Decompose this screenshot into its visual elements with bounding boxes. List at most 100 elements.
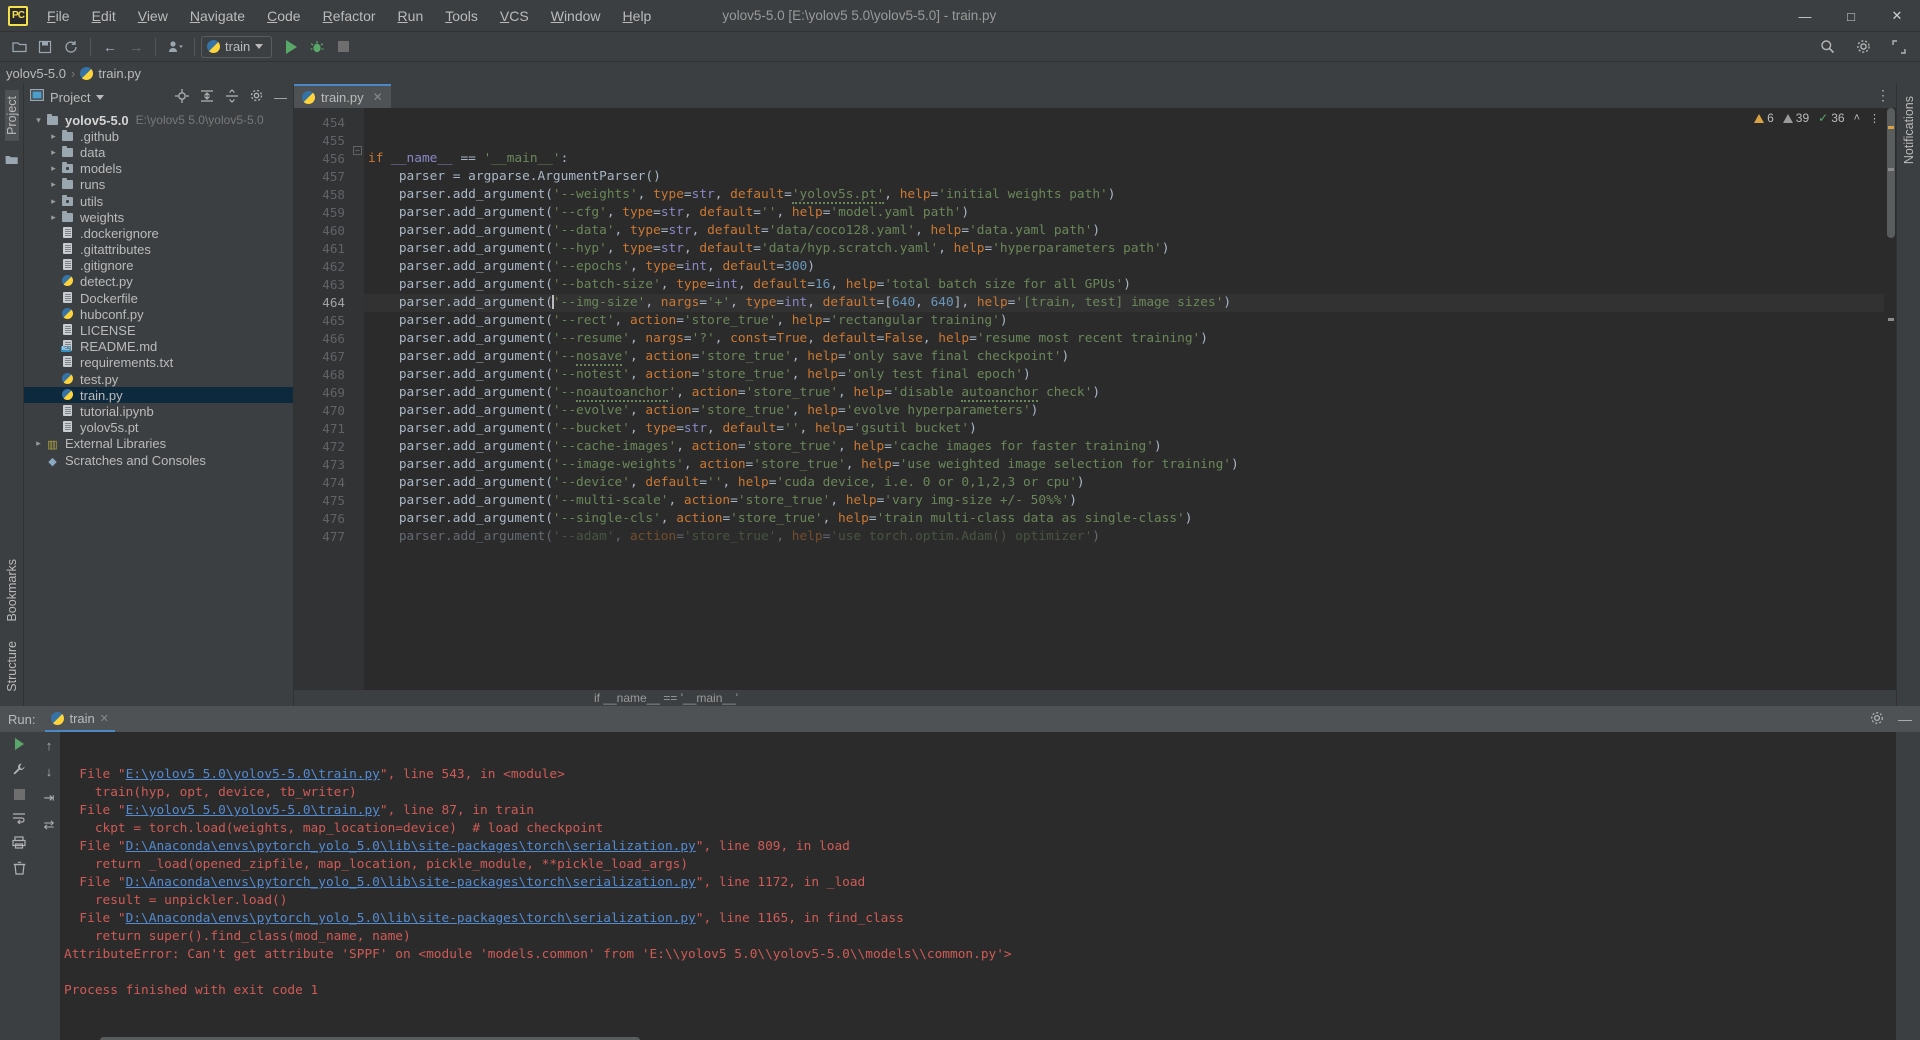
tree-node-yolov5-5-0[interactable]: ▾ yolov5-5.0 E:\yolov5 5.0\yolov5-5.0	[24, 112, 293, 128]
code-line[interactable]: parser.add_argument('--bucket', type=str…	[364, 420, 1884, 438]
code-line[interactable]: parser.add_argument('--cfg', type=str, d…	[364, 204, 1884, 222]
search-icon[interactable]	[1815, 36, 1839, 58]
line-number[interactable]: 477	[294, 528, 350, 546]
menu-item-navigate[interactable]: Navigate	[179, 4, 256, 28]
code-line[interactable]: parser.add_argument('--cache-images', ac…	[364, 438, 1884, 456]
line-number[interactable]: 466	[294, 330, 350, 348]
maximize-button[interactable]: □	[1828, 0, 1874, 32]
chevron-icon[interactable]: ▸	[32, 438, 45, 449]
line-number[interactable]: 463	[294, 276, 350, 294]
navigate-forward-icon[interactable]: →	[124, 36, 148, 58]
code-line[interactable]: parser.add_argument('--adam', action='st…	[364, 528, 1884, 546]
run-settings-icon[interactable]	[1870, 711, 1884, 728]
navigate-back-icon[interactable]: ←	[98, 36, 122, 58]
tree-node-detect-py[interactable]: detect.py	[24, 274, 293, 290]
close-button[interactable]: ✕	[1874, 0, 1920, 32]
rerun-icon[interactable]	[14, 738, 24, 753]
up-arrow-icon[interactable]: ↑	[46, 738, 53, 753]
chevron-icon[interactable]: ▸	[47, 131, 60, 142]
tree-node-scratches-and-consoles[interactable]: ◆ Scratches and Consoles	[24, 452, 293, 468]
line-number[interactable]: 473	[294, 456, 350, 474]
code-line[interactable]: parser.add_argument('--image-weights', a…	[364, 456, 1884, 474]
tree-node-license[interactable]: LICENSE	[24, 322, 293, 338]
tree-node-runs[interactable]: ▸ runs	[24, 177, 293, 193]
code-line[interactable]: parser.add_argument('--resume', nargs='?…	[364, 330, 1884, 348]
hide-panel-icon[interactable]: —	[274, 90, 287, 105]
line-number[interactable]: 472	[294, 438, 350, 456]
wrench-icon[interactable]	[12, 762, 26, 779]
error-badge[interactable]: 6	[1754, 111, 1774, 125]
line-number[interactable]: 458	[294, 186, 350, 204]
run-button[interactable]	[279, 36, 303, 58]
sidebar-item-notifications[interactable]: Notifications	[1902, 90, 1916, 170]
tree-node-hubconf-py[interactable]: hubconf.py	[24, 306, 293, 322]
line-number[interactable]: 454	[294, 114, 350, 132]
line-number[interactable]: 474	[294, 474, 350, 492]
run-configuration-selector[interactable]: train	[201, 35, 273, 58]
menu-item-view[interactable]: View	[127, 4, 179, 28]
tree-node--github[interactable]: ▸ .github	[24, 128, 293, 144]
editor-scrollbar[interactable]	[1884, 108, 1896, 690]
inspection-marker[interactable]	[1888, 126, 1894, 129]
tree-node-utils[interactable]: ▸ utils	[24, 193, 293, 209]
tab-train-py[interactable]: train.py ✕	[294, 84, 391, 108]
line-number[interactable]: 465	[294, 312, 350, 330]
tree-node-weights[interactable]: ▸ weights	[24, 209, 293, 225]
editor-gutter[interactable]: 454 455 456 457 458 459 460 461 462 463 464 465 466 4…	[294, 108, 364, 690]
locate-file-icon[interactable]	[175, 88, 189, 106]
menu-item-vcs[interactable]: VCS	[489, 4, 540, 28]
debug-button[interactable]	[305, 36, 329, 58]
soft-wrap-toggle-icon[interactable]: ⇄	[44, 817, 55, 833]
tree-node-test-py[interactable]: test.py	[24, 371, 293, 387]
menu-item-edit[interactable]: Edit	[81, 4, 127, 28]
inspection-marker[interactable]	[1888, 318, 1894, 321]
close-icon[interactable]: ✕	[100, 712, 109, 725]
chevron-up-icon[interactable]: ˄	[1854, 112, 1860, 124]
console-file-link[interactable]: D:\Anaconda\envs\pytorch_yolo_5.0\lib\si…	[126, 875, 696, 890]
console-file-link[interactable]: D:\Anaconda\envs\pytorch_yolo_5.0\lib\si…	[126, 911, 696, 926]
panel-settings-icon[interactable]	[250, 89, 263, 105]
line-number[interactable]: 468	[294, 366, 350, 384]
code-line[interactable]: if __name__ == '__main__':	[364, 150, 1884, 168]
line-number[interactable]: 455	[294, 132, 350, 150]
run-tab-train[interactable]: train ✕	[45, 706, 115, 732]
inspection-widget[interactable]: 6 39 ✓ 36 ˄ ⋮	[1754, 111, 1880, 125]
code-line[interactable]	[364, 132, 1884, 150]
soft-wrap-icon[interactable]	[12, 812, 26, 827]
project-folder-icon[interactable]	[5, 153, 18, 168]
code-line[interactable]: parser.add_argument('--batch-size', type…	[364, 276, 1884, 294]
chevron-icon[interactable]: ▸	[47, 147, 60, 158]
chevron-icon[interactable]: ▸	[47, 179, 60, 190]
tree-node-external-libraries[interactable]: ▸ ▥ External Libraries	[24, 436, 293, 452]
menu-item-run[interactable]: Run	[387, 4, 435, 28]
editor-fold-column[interactable]: −	[350, 108, 364, 690]
menu-item-tools[interactable]: Tools	[434, 4, 489, 28]
menu-item-window[interactable]: Window	[540, 4, 612, 28]
menu-item-file[interactable]: File	[36, 4, 81, 28]
code-line[interactable]: parser.add_argument('--noautoanchor', ac…	[364, 384, 1884, 402]
line-number[interactable]: 476	[294, 510, 350, 528]
code-line[interactable]: parser.add_argument('--multi-scale', act…	[364, 492, 1884, 510]
tree-node-requirements-txt[interactable]: requirements.txt	[24, 355, 293, 371]
scroll-to-end-icon[interactable]: ⇥	[44, 790, 55, 806]
code-line[interactable]: parser.add_argument('--device', default=…	[364, 474, 1884, 492]
breadcrumb-file[interactable]: train.py	[98, 66, 141, 81]
sync-icon[interactable]	[59, 36, 83, 58]
inspection-menu-icon[interactable]: ⋮	[1869, 112, 1880, 125]
line-number[interactable]: 471	[294, 420, 350, 438]
tree-node-train-py[interactable]: train.py	[24, 387, 293, 404]
code-line[interactable]	[364, 114, 1884, 132]
line-number[interactable]: 457	[294, 168, 350, 186]
tree-node-models[interactable]: ▸ models	[24, 161, 293, 177]
chevron-icon[interactable]: ▾	[32, 115, 45, 126]
line-number[interactable]: 460	[294, 222, 350, 240]
line-number[interactable]: 461	[294, 240, 350, 258]
line-number[interactable]: 470	[294, 402, 350, 420]
stop-icon[interactable]	[13, 788, 25, 803]
menu-item-refactor[interactable]: Refactor	[312, 4, 387, 28]
code-line[interactable]: parser.add_argument('--data', type=str, …	[364, 222, 1884, 240]
sidebar-item-structure[interactable]: Structure	[5, 635, 19, 698]
trash-icon[interactable]	[13, 861, 26, 878]
tree-node--dockerignore[interactable]: .dockerignore	[24, 225, 293, 241]
menu-item-help[interactable]: Help	[612, 4, 663, 28]
